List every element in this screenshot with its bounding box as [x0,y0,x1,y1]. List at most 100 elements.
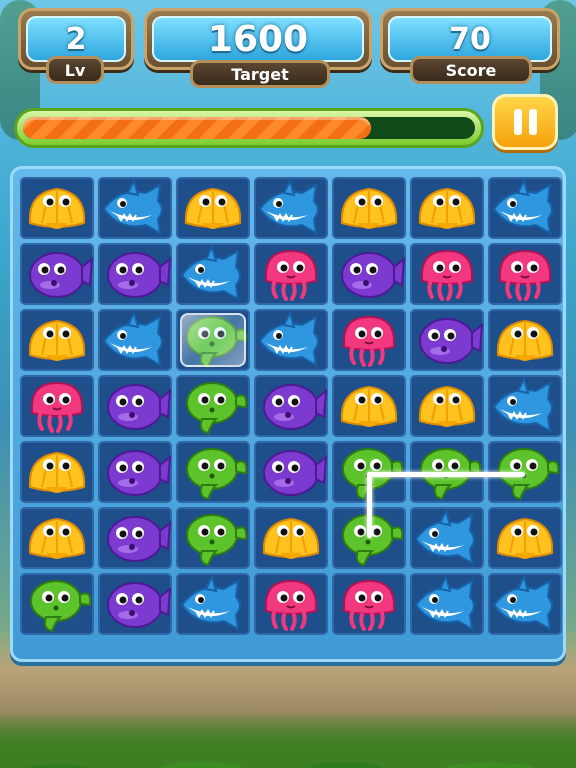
board-cell[interactable] [176,375,250,437]
board-cell[interactable] [254,507,328,569]
score-value: 70 [449,21,491,57]
board-cell[interactable] [176,507,250,569]
shark-piece [492,376,553,433]
board-cell[interactable] [254,309,328,371]
green-fish-piece [186,382,248,435]
shell-piece [28,187,86,229]
piece-grid [20,177,562,635]
board-cell[interactable] [332,375,406,437]
board-cell[interactable] [98,507,172,569]
purple-fish-piece [419,318,484,364]
shell-piece [340,187,398,229]
board-cell[interactable] [20,507,94,569]
board-cell[interactable] [254,243,328,305]
board-cell[interactable] [410,573,484,635]
level-value: 2 [65,21,87,57]
jellyfish-piece [265,249,317,301]
board-cell[interactable] [488,573,562,635]
board-cell[interactable] [20,375,94,437]
level-tag: Lv [46,56,104,84]
board-cell[interactable] [20,441,94,503]
target-tag: Target [190,60,330,88]
board-cell[interactable] [332,573,406,635]
board-cell[interactable] [254,441,328,503]
board-cell[interactable] [488,309,562,371]
match-link-line [367,472,372,538]
shell-piece [496,319,554,361]
board-cell[interactable] [98,309,172,371]
board-cell[interactable] [20,573,94,635]
target-label: Target [231,64,289,84]
board-cell[interactable] [410,507,484,569]
board-cell[interactable] [410,243,484,305]
shark-piece [492,178,553,235]
shark-piece [180,244,241,301]
purple-fish-piece [107,252,172,298]
background-grass [0,710,576,768]
board-cell[interactable] [98,573,172,635]
shark-piece [414,574,475,631]
level-label: Lv [64,60,86,80]
green-fish-piece [186,448,248,501]
purple-fish-piece [29,252,94,298]
board-cell[interactable] [20,177,94,239]
pause-button[interactable] [492,94,558,150]
board-cell[interactable] [98,177,172,239]
purple-fish-piece [107,450,172,496]
board-cell[interactable] [488,177,562,239]
shark-piece [258,178,319,235]
jellyfish-piece [265,579,317,631]
progress-fill [23,117,372,139]
purple-fish-piece [263,450,328,496]
green-fish-piece [186,514,248,567]
board-cell[interactable] [488,243,562,305]
board-cell[interactable] [332,177,406,239]
pause-icon [513,109,537,135]
progress-bar [14,108,484,148]
shark-piece [492,574,553,631]
shark-piece [102,310,163,367]
board-cell[interactable] [254,375,328,437]
shell-piece [28,517,86,559]
jellyfish-piece [343,315,395,367]
shell-piece [184,187,242,229]
shark-piece [414,508,475,565]
board-cell[interactable] [410,375,484,437]
board-cell[interactable] [332,243,406,305]
shell-piece [28,319,86,361]
shell-piece [418,385,476,427]
board-cell[interactable] [176,243,250,305]
board-cell[interactable] [20,309,94,371]
purple-fish-piece [263,384,328,430]
shell-piece [262,517,320,559]
board-cell[interactable] [410,309,484,371]
jellyfish-piece [31,381,83,433]
green-fish-piece [30,580,92,633]
board-cell[interactable] [98,441,172,503]
board-cell[interactable] [98,375,172,437]
board-cell[interactable] [98,243,172,305]
board-cell[interactable] [254,573,328,635]
shark-piece [180,574,241,631]
board-cell[interactable] [20,243,94,305]
board-cell[interactable] [254,177,328,239]
board-cell[interactable] [176,573,250,635]
shell-piece [496,517,554,559]
board-cell[interactable] [488,507,562,569]
board-cell[interactable] [488,375,562,437]
board-cell[interactable] [176,177,250,239]
green-fish-piece [186,316,248,369]
jellyfish-piece [421,249,473,301]
board-cell[interactable] [332,309,406,371]
purple-fish-piece [107,582,172,628]
board-cell[interactable] [176,309,250,371]
match-link-line [369,472,525,477]
board-cell[interactable] [410,177,484,239]
board-cell[interactable] [176,441,250,503]
purple-fish-piece [107,384,172,430]
purple-fish-piece [341,252,406,298]
jellyfish-piece [343,579,395,631]
shell-piece [340,385,398,427]
shell-piece [418,187,476,229]
purple-fish-piece [107,516,172,562]
